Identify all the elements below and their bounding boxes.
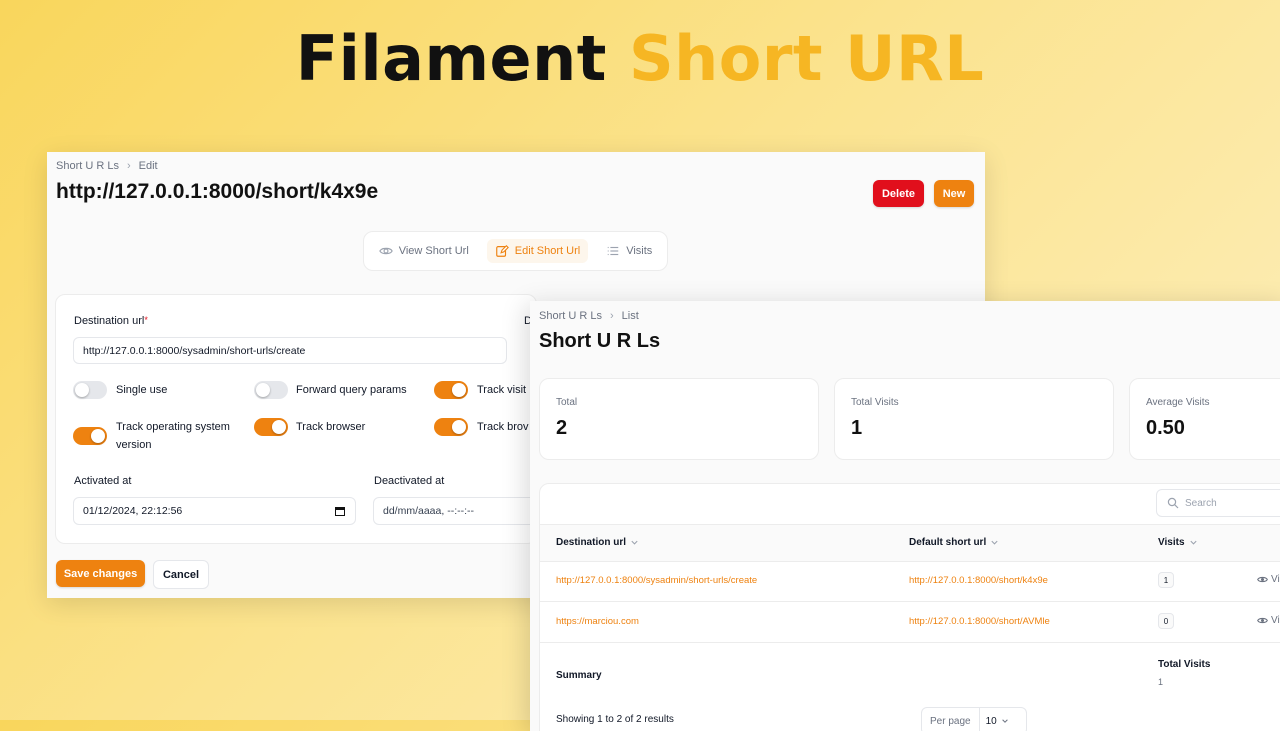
chevron-right-icon: › (126, 160, 131, 172)
short-url-link[interactable]: http://127.0.0.1:8000/short/AVMle (909, 616, 1050, 627)
eye-icon (1257, 576, 1268, 583)
single-use-label: Single use (116, 384, 168, 396)
tab-label: Edit Short Url (514, 245, 581, 257)
pencil-square-icon (495, 244, 509, 257)
visits-badge: 0 (1158, 613, 1174, 629)
record-tabs: View Short Url Edit Short Url Visits (363, 231, 668, 271)
stat-value: 1 (851, 417, 863, 439)
tab-view-short-url[interactable]: View Short Url (371, 239, 477, 263)
per-page-value: 10 (980, 716, 1015, 727)
chevron-down-icon (1001, 719, 1008, 723)
summary-total-visits-value: 1 (1158, 677, 1164, 687)
stat-label: Total (556, 397, 578, 408)
single-use-toggle[interactable] (73, 381, 107, 399)
summary-label: Summary (556, 670, 602, 681)
tab-label: View Short Url (398, 245, 469, 257)
deactivated-at-input[interactable]: dd/mm/aaaa, --:--:-- (373, 497, 553, 525)
track-browser-toggle[interactable] (254, 418, 288, 436)
track-visits-toggle[interactable] (434, 381, 468, 399)
breadcrumb: Short U R Ls › Edit (56, 160, 158, 172)
save-changes-button[interactable]: Save changes (56, 560, 145, 587)
breadcrumb-short-urls[interactable]: Short U R Ls (539, 310, 602, 322)
track-browser-version-toggle[interactable] (434, 418, 468, 436)
page-title: http://127.0.0.1:8000/short/k4x9e (56, 180, 379, 203)
hero-title: Filament Short URL (0, 22, 1280, 95)
stat-value: 2 (556, 417, 568, 439)
calendar-icon[interactable] (335, 506, 345, 516)
column-header-visits[interactable]: Visits (1158, 537, 1198, 548)
hero-title-word-filament: Filament (295, 22, 607, 95)
new-button[interactable]: New (934, 180, 974, 207)
visits-badge: 1 (1158, 572, 1174, 588)
destination-url-label: Destination url* (74, 315, 148, 327)
table-row[interactable]: http://127.0.0.1:8000/sysadmin/short-url… (540, 561, 1280, 602)
track-browser-label: Track browser (296, 421, 366, 433)
chevron-down-icon (991, 540, 998, 545)
destination-url-link[interactable]: https://marciou.com (556, 616, 639, 627)
search-icon (1167, 497, 1179, 509)
breadcrumb-short-urls[interactable]: Short U R Ls (56, 160, 119, 172)
tab-edit-short-url[interactable]: Edit Short Url (486, 239, 589, 263)
chevron-right-icon: › (609, 310, 614, 322)
breadcrumb-list: List (621, 310, 639, 322)
delete-button[interactable]: Delete (873, 180, 924, 207)
track-os-version-toggle[interactable] (73, 427, 107, 445)
page-title: Short U R Ls (539, 330, 661, 352)
summary-total-visits-header: Total Visits (1158, 659, 1211, 670)
column-header-destination-url[interactable]: Destination url (556, 537, 639, 548)
required-mark: * (144, 315, 148, 325)
column-header-default-short-url[interactable]: Default short url (909, 537, 999, 548)
breadcrumb: Short U R Ls › List (539, 310, 639, 322)
chevron-down-icon (1189, 540, 1197, 545)
stat-label: Total Visits (851, 397, 899, 408)
stat-card-total-visits: Total Visits 1 (834, 378, 1114, 460)
cancel-button[interactable]: Cancel (153, 560, 209, 589)
short-urls-list-window: Short U R Ls › List Short U R Ls Total 2… (530, 301, 1280, 731)
destination-url-link[interactable]: http://127.0.0.1:8000/sysadmin/short-url… (556, 575, 757, 586)
activated-at-value: 01/12/2024, 22:12:56 (83, 505, 183, 517)
search-placeholder: Search (1185, 497, 1217, 509)
stat-card-average-visits: Average Visits 0.50 (1129, 378, 1280, 460)
eye-icon (1257, 617, 1268, 624)
hero-title-word-short-url: Short URL (628, 22, 985, 95)
view-action[interactable]: Vi (1257, 574, 1280, 585)
track-browser-version-label: Track brov (477, 421, 529, 433)
track-visits-label: Track visit (477, 384, 527, 396)
per-page-select[interactable]: Per page 10 (921, 707, 1027, 731)
activated-at-input[interactable]: 01/12/2024, 22:12:56 (73, 497, 356, 525)
stat-value: 0.50 (1146, 417, 1185, 439)
deactivated-at-label: Deactivated at (374, 475, 445, 487)
table-row[interactable]: https://marciou.com http://127.0.0.1:800… (540, 602, 1280, 643)
chevron-down-icon (631, 540, 638, 545)
eye-icon (378, 247, 393, 255)
search-input[interactable]: Search (1156, 489, 1280, 517)
track-os-version-label: Track operating system version (116, 421, 230, 451)
short-url-link[interactable]: http://127.0.0.1:8000/short/k4x9e (909, 575, 1048, 586)
forward-query-params-label: Forward query params (296, 384, 407, 396)
edit-form: Destination url* D http://127.0.0.1:8000… (55, 294, 553, 544)
breadcrumb-edit: Edit (138, 160, 158, 172)
activated-at-label: Activated at (74, 475, 132, 487)
forward-query-params-toggle[interactable] (254, 381, 288, 399)
list-icon (607, 246, 619, 256)
destination-url-input[interactable]: http://127.0.0.1:8000/sysadmin/short-url… (73, 337, 507, 364)
table-header: Destination url Default short url Visits (540, 524, 1280, 562)
tab-visits[interactable]: Visits (598, 239, 660, 263)
stat-label: Average Visits (1146, 397, 1210, 408)
tab-label: Visits (626, 245, 653, 257)
stat-card-total: Total 2 (539, 378, 819, 460)
view-action[interactable]: Vi (1257, 615, 1280, 626)
short-urls-table: Search Destination url Default short url… (539, 483, 1280, 731)
